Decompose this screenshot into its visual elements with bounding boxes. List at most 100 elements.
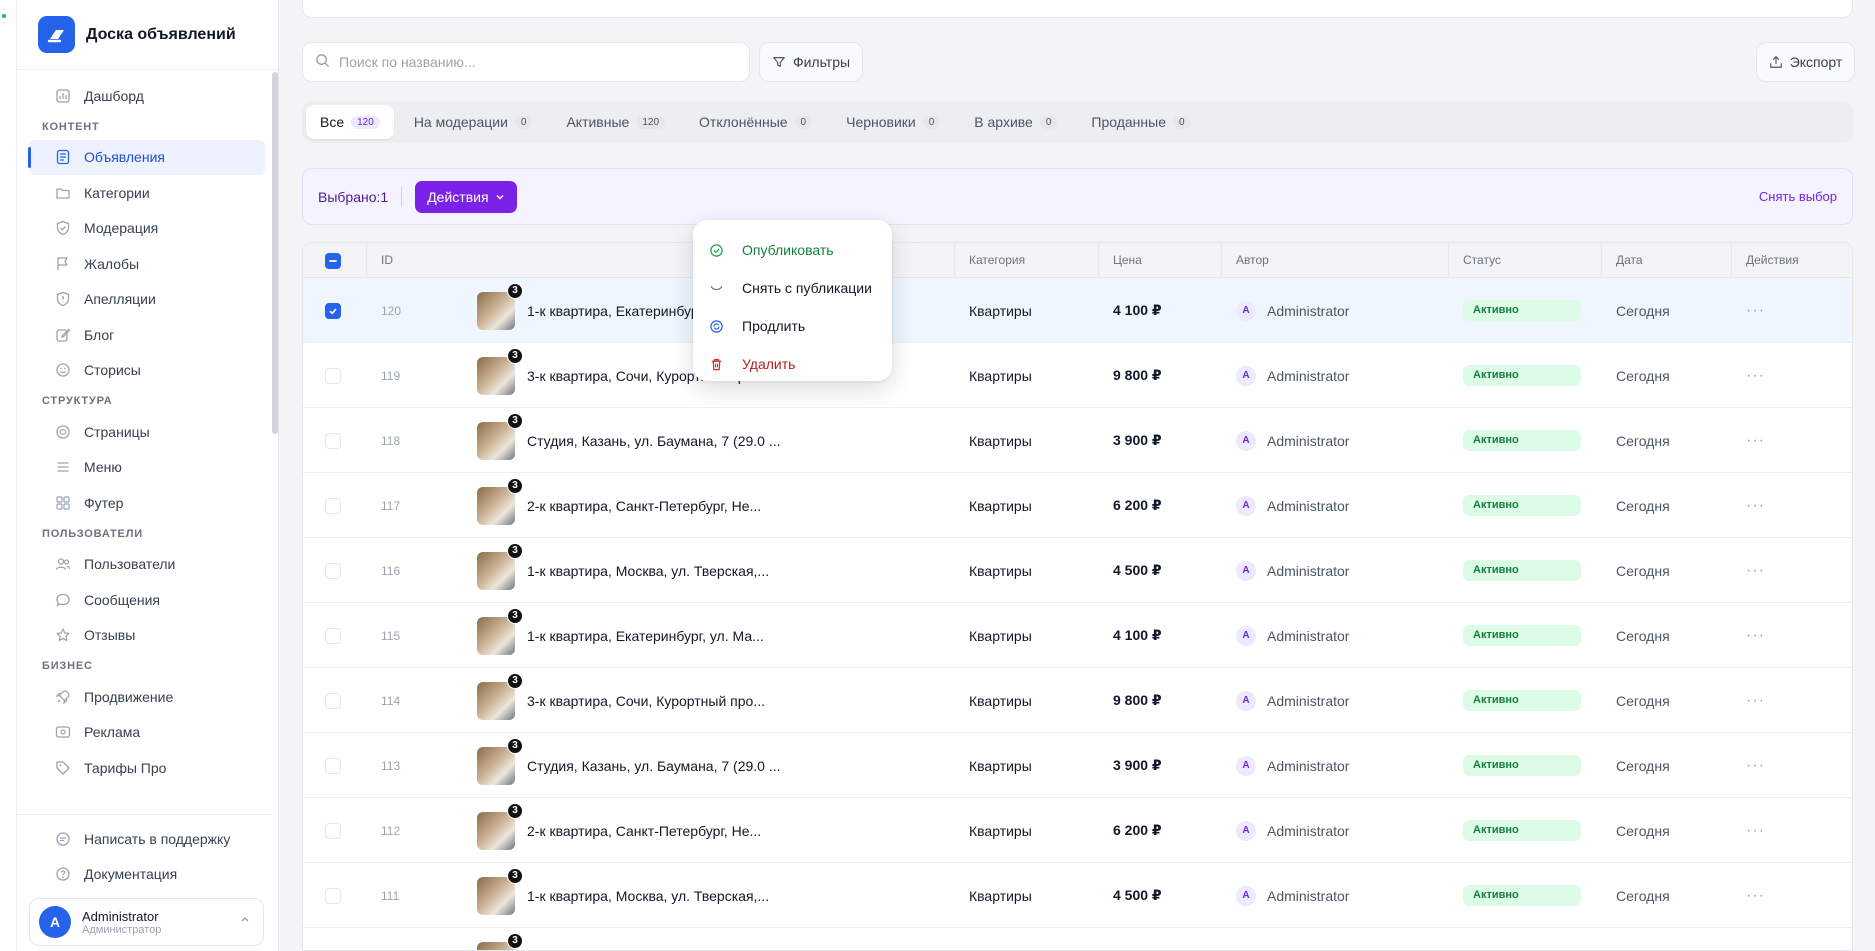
brand[interactable]: Доска объявлений	[17, 0, 278, 70]
listing-thumbnail[interactable]: 3	[477, 542, 523, 590]
more-actions-icon[interactable]: ···	[1746, 733, 1765, 798]
sidebar-item[interactable]: Пользователи	[29, 547, 265, 583]
search-box[interactable]	[302, 42, 750, 82]
listing-thumbnail[interactable]: 3	[477, 412, 523, 460]
row-checkbox[interactable]	[325, 302, 341, 319]
dropdown-menu-item[interactable]: Удалить	[693, 345, 892, 383]
more-actions-icon[interactable]: ···	[1746, 473, 1765, 538]
more-actions-icon[interactable]: ···	[1746, 538, 1765, 603]
tab[interactable]: Все 120	[306, 105, 394, 139]
table-row[interactable]: 112 3 2-к квартира, Санкт-Петербург, Не...…	[303, 798, 1852, 863]
row-author[interactable]: Administrator	[1267, 823, 1349, 839]
sidebar-item[interactable]: Написать в поддержку	[29, 821, 265, 857]
more-actions-icon[interactable]: ···	[1746, 343, 1765, 408]
column-header-status[interactable]: Статус	[1448, 243, 1501, 278]
table-row[interactable]: 118 3 Студия, Казань, ул. Баумана, 7 (29.0…	[303, 408, 1852, 473]
sidebar-item[interactable]: Апелляции	[29, 282, 265, 318]
listing-thumbnail[interactable]: 3	[477, 282, 523, 330]
listing-thumbnail[interactable]: 3	[477, 932, 523, 950]
more-actions-icon[interactable]: ···	[1746, 408, 1765, 473]
more-actions-icon[interactable]: ···	[1746, 668, 1765, 733]
table-row[interactable]: 111 3 1-к квартира, Москва, ул. Тверская,.…	[303, 863, 1852, 928]
listing-title[interactable]: 2-к квартира, Санкт-Петербург, Не...	[527, 473, 761, 538]
row-author[interactable]: Administrator	[1267, 303, 1349, 319]
row-checkbox[interactable]	[325, 367, 341, 384]
sidebar-item[interactable]: Страницы	[29, 414, 265, 450]
clear-selection-link[interactable]: Снять выбор	[1759, 189, 1837, 204]
listing-title[interactable]: Студия, Казань, ул. Баумана, 7 (29.0 ...	[527, 733, 781, 798]
row-checkbox[interactable]	[325, 692, 341, 709]
dropdown-menu-item[interactable]: Снять с публикации	[693, 269, 892, 307]
tab[interactable]: В архиве 0	[960, 105, 1071, 139]
row-author[interactable]: Administrator	[1267, 368, 1349, 384]
row-checkbox[interactable]	[325, 757, 341, 774]
sidebar-item[interactable]: Дашборд	[29, 78, 265, 114]
row-checkbox[interactable]	[325, 432, 341, 449]
sidebar-item[interactable]: Продвижение	[29, 679, 265, 715]
sidebar-item[interactable]: Сторисы	[29, 353, 265, 389]
table-row[interactable]: 117 3 2-к квартира, Санкт-Петербург, Не...…	[303, 473, 1852, 538]
listing-title[interactable]: 1-к квартира, Москва, ул. Тверская,...	[527, 538, 769, 603]
row-checkbox[interactable]	[325, 822, 341, 839]
table-row[interactable]: 3	[303, 928, 1852, 950]
sidebar-item[interactable]: Футер	[29, 485, 265, 521]
tab[interactable]: Активные 120	[552, 105, 679, 139]
column-header-date[interactable]: Дата	[1601, 243, 1643, 278]
listing-title[interactable]: 2-к квартира, Санкт-Петербург, Не...	[527, 798, 761, 863]
user-card[interactable]: A Administrator Администратор	[29, 898, 264, 946]
tab[interactable]: На модерации 0	[400, 105, 547, 139]
dropdown-menu-item[interactable]: Продлить	[693, 307, 892, 345]
sidebar-scrollbar[interactable]	[272, 72, 278, 434]
sidebar-item[interactable]: Сообщения	[29, 582, 265, 618]
search-input[interactable]	[339, 54, 719, 70]
table-row[interactable]: 119 3 3-к квартира, Сочи, Курортный про...…	[303, 343, 1852, 408]
tab[interactable]: Проданные 0	[1077, 105, 1204, 139]
column-header-author[interactable]: Автор	[1221, 243, 1269, 278]
sidebar-item[interactable]: Жалобы	[29, 246, 265, 282]
sidebar-item[interactable]: Реклама	[29, 715, 265, 751]
tab[interactable]: Отклонённые 0	[685, 105, 826, 139]
dropdown-menu-item[interactable]: Опубликовать	[693, 231, 892, 269]
row-author[interactable]: Administrator	[1267, 758, 1349, 774]
row-author[interactable]: Administrator	[1267, 628, 1349, 644]
listing-title[interactable]: Студия, Казань, ул. Баумана, 7 (29.0 ...	[527, 408, 781, 473]
sidebar-item[interactable]: Объявления	[28, 139, 265, 175]
row-checkbox[interactable]	[325, 562, 341, 579]
column-header-id[interactable]: ID	[366, 243, 393, 278]
listing-thumbnail[interactable]: 3	[477, 802, 523, 850]
table-row[interactable]: 114 3 3-к квартира, Сочи, Курортный про...…	[303, 668, 1852, 733]
row-author[interactable]: Administrator	[1267, 563, 1349, 579]
more-actions-icon[interactable]: ···	[1746, 863, 1765, 928]
table-row[interactable]: 113 3 Студия, Казань, ул. Баумана, 7 (29.0…	[303, 733, 1852, 798]
select-all-checkbox[interactable]	[325, 252, 341, 269]
listing-title[interactable]: 1-к квартира, Москва, ул. Тверская,...	[527, 863, 769, 928]
listing-thumbnail[interactable]: 3	[477, 347, 523, 395]
sidebar-item[interactable]: Меню	[29, 450, 265, 486]
listing-thumbnail[interactable]: 3	[477, 607, 523, 655]
column-header-price[interactable]: Цена	[1098, 243, 1142, 278]
actions-button[interactable]: Действия	[415, 180, 517, 213]
table-row[interactable]: 116 3 1-к квартира, Москва, ул. Тверская,.…	[303, 538, 1852, 603]
sidebar-item[interactable]: Тарифы Про	[29, 750, 265, 786]
sidebar-item[interactable]: Модерация	[29, 211, 265, 247]
row-author[interactable]: Administrator	[1267, 888, 1349, 904]
row-checkbox[interactable]	[325, 627, 341, 644]
column-header-category[interactable]: Категория	[954, 243, 1025, 278]
listing-thumbnail[interactable]: 3	[477, 867, 523, 915]
listing-thumbnail[interactable]: 3	[477, 477, 523, 525]
tab[interactable]: Черновики 0	[832, 105, 954, 139]
row-checkbox[interactable]	[325, 887, 341, 904]
more-actions-icon[interactable]: ···	[1746, 603, 1765, 668]
row-author[interactable]: Administrator	[1267, 498, 1349, 514]
more-actions-icon[interactable]: ···	[1746, 278, 1765, 343]
row-checkbox[interactable]	[325, 497, 341, 514]
more-actions-icon[interactable]: ···	[1746, 798, 1765, 863]
filters-button[interactable]: Фильтры	[759, 42, 863, 82]
table-row[interactable]: 115 3 1-к квартира, Екатеринбург, ул. Ма..…	[303, 603, 1852, 668]
listing-thumbnail[interactable]: 3	[477, 737, 523, 785]
listing-title[interactable]: 1-к квартира, Екатеринбург, ул. Ма...	[527, 603, 764, 668]
export-button[interactable]: Экспорт	[1756, 42, 1855, 82]
sidebar-item[interactable]: Документация	[29, 857, 265, 893]
table-row[interactable]: 120 3 1-к квартира, Екатеринбург, ул. Ма..…	[303, 278, 1852, 343]
row-author[interactable]: Administrator	[1267, 433, 1349, 449]
